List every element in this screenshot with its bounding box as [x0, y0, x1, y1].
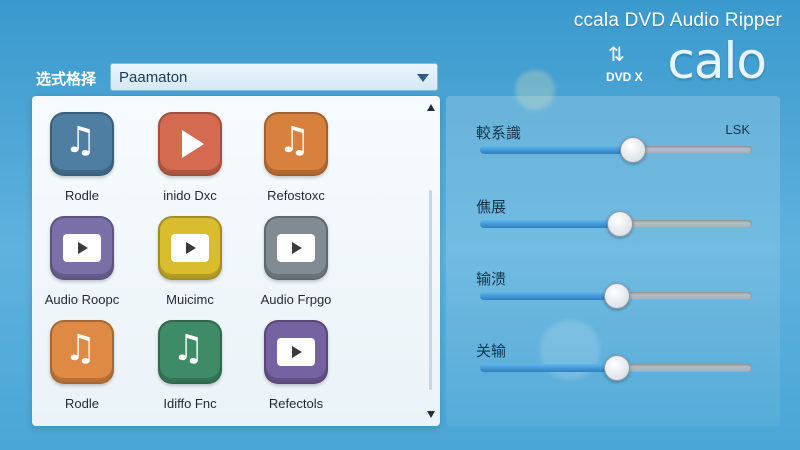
- slider-thumb[interactable]: [606, 211, 633, 237]
- slider-thumb[interactable]: [604, 355, 630, 381]
- format-dropdown-value: Paamaton: [119, 69, 188, 86]
- vertical-scrollbar[interactable]: [424, 100, 438, 422]
- slider-fill: [480, 220, 619, 228]
- scroll-down-arrow-icon[interactable]: [427, 411, 435, 418]
- slider-thumb[interactable]: [620, 137, 647, 163]
- slider-label: 僬展: [476, 199, 507, 216]
- format-tile-label: Audio Roopc: [44, 292, 120, 307]
- slider-label: 較系識: [476, 125, 522, 142]
- slider-label: 关输: [476, 343, 507, 360]
- slider-track[interactable]: [480, 211, 752, 237]
- format-tile-label: Idiffo Fnc: [163, 396, 217, 411]
- format-tile-label: Muicimc: [166, 292, 214, 307]
- video-icon: [50, 216, 114, 280]
- slider-row: 較系識 LSK: [476, 122, 754, 172]
- app-logo: ⇅ DVD X calo: [606, 32, 767, 90]
- slider-track[interactable]: [480, 355, 752, 381]
- slider-row: 僬展: [476, 196, 754, 246]
- video-icon: [264, 216, 328, 280]
- format-tile[interactable]: ♫ Refostoxc: [246, 112, 346, 212]
- slider-value: LSK: [725, 122, 750, 137]
- play-icon: [158, 112, 222, 176]
- format-tile-label: Rodle: [65, 188, 99, 203]
- format-tile-label: Audio Frpgo: [260, 292, 332, 307]
- slider-label: 输溃: [476, 271, 507, 288]
- format-tile[interactable]: Audio Frpgo: [246, 216, 346, 316]
- music-note-icon: ♫: [264, 112, 328, 176]
- slider-track[interactable]: [480, 283, 752, 309]
- logo-text: calo: [667, 32, 767, 90]
- slider-fill: [480, 364, 616, 372]
- scroll-up-arrow-icon[interactable]: [427, 104, 435, 111]
- music-note-icon: ♫: [50, 112, 114, 176]
- format-tile[interactable]: Muicimc: [140, 216, 240, 316]
- format-tile[interactable]: inido Dxc: [140, 112, 240, 212]
- music-note-icon: ♫: [50, 320, 114, 384]
- swap-icon: ⇅: [608, 44, 625, 66]
- scrollbar-thumb[interactable]: [429, 190, 432, 390]
- format-tile[interactable]: ♫ Idiffo Fnc: [140, 320, 240, 420]
- window-title: ccala DVD Audio Ripper: [573, 10, 782, 31]
- format-dropdown[interactable]: Paamaton: [110, 63, 438, 91]
- slider-row: 关输: [476, 340, 754, 390]
- format-tile-label: Refectols: [268, 396, 324, 411]
- slider-fill: [480, 292, 616, 300]
- format-tile[interactable]: Refectols: [246, 320, 346, 420]
- music-note-icon: ♫: [158, 320, 222, 384]
- format-tile-label: Rodle: [65, 396, 99, 411]
- video-icon: [264, 320, 328, 384]
- slider-thumb[interactable]: [604, 283, 630, 309]
- format-tile-label: inido Dxc: [163, 188, 217, 203]
- format-selector-label: 选式格择: [36, 71, 97, 88]
- format-tile[interactable]: ♫ Rodle: [32, 320, 132, 420]
- slider-fill: [480, 146, 633, 154]
- format-tile[interactable]: ♫ Rodle: [32, 112, 132, 212]
- format-tile[interactable]: Audio Roopc: [32, 216, 132, 316]
- chevron-down-icon[interactable]: [417, 74, 429, 82]
- slider-row: 输溃: [476, 268, 754, 318]
- logo-subtitle: DVD X: [606, 70, 643, 84]
- slider-track[interactable]: [480, 137, 752, 163]
- video-icon: [158, 216, 222, 280]
- format-tile-label: Refostoxc: [267, 188, 325, 203]
- format-grid-panel: ♫ Rodle inido Dxc ♫ Refostoxc Audio Roopc Muic…: [32, 96, 440, 426]
